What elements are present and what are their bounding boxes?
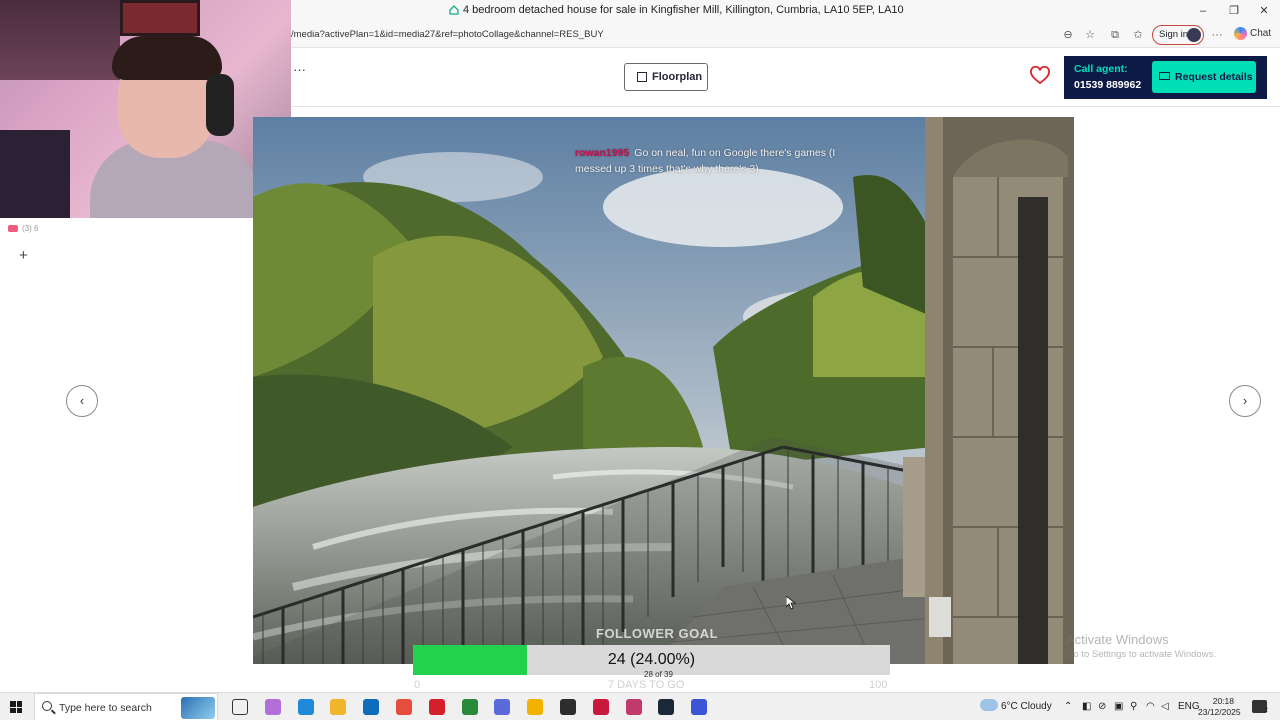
xbox-icon[interactable] <box>461 699 478 715</box>
favorite-star-icon[interactable]: ☆ <box>1083 28 1097 42</box>
follower-goal-days-left: 7 DAYS TO GO <box>608 679 685 691</box>
webcam-shelf <box>0 0 120 80</box>
chrome-icon[interactable] <box>396 699 412 715</box>
agent-phone-number[interactable]: 01539 889962 <box>1074 79 1141 91</box>
request-details-button[interactable]: Request details <box>1152 61 1256 93</box>
tray-network-icon[interactable]: ◧ <box>1082 701 1091 712</box>
copilot-icon[interactable] <box>264 699 281 715</box>
taskbar-search-box[interactable]: Type here to search <box>34 693 218 720</box>
reader-mode-icon[interactable]: ⊖ <box>1061 28 1075 42</box>
more-options-icon[interactable]: ··· <box>293 62 306 77</box>
sign-in-button[interactable]: Sign in <box>1152 25 1204 45</box>
webcam-overlay <box>0 0 291 218</box>
app-icon[interactable] <box>494 699 511 715</box>
follower-goal-subtext: 28 of 39 <box>644 670 673 679</box>
river-photo-illustration <box>253 117 1074 664</box>
security-icon[interactable] <box>527 699 544 715</box>
follower-goal-title: FOLLOWER GOAL <box>596 626 719 641</box>
restore-button[interactable]: ❐ <box>1226 3 1242 19</box>
activate-windows-title: Activate Windows <box>1066 632 1169 647</box>
instagram-icon[interactable] <box>625 699 642 715</box>
mouse-cursor-icon <box>786 596 796 610</box>
app-icon[interactable] <box>691 699 708 715</box>
browser-menu-icon[interactable]: ··· <box>1210 28 1224 42</box>
stream-chat-message: rowan1995 Go on neal, fun on Google there… <box>575 145 855 177</box>
webcam-person-hair <box>112 36 222 80</box>
tray-wifi-icon[interactable]: ◠ <box>1146 701 1155 712</box>
follower-goal-value: 24 (24.00%) <box>607 651 696 668</box>
chat-label: Chat <box>1250 28 1272 40</box>
weather-text[interactable]: 6°C Cloudy <box>1001 701 1052 712</box>
floorplan-label: Floorplan <box>652 71 703 83</box>
taskbar-search-placeholder: Type here to search <box>59 702 152 714</box>
copilot-icon <box>1234 27 1247 40</box>
search-icon <box>42 701 52 711</box>
headset <box>206 74 234 136</box>
call-agent-label: Call agent: <box>1074 63 1128 75</box>
sign-in-label: Sign in <box>1159 29 1189 40</box>
activate-windows-subtitle: Go to Settings to activate Windows. <box>1066 649 1216 660</box>
minimize-button[interactable]: – <box>1195 3 1211 19</box>
floorplan-icon <box>637 72 647 82</box>
language-indicator[interactable]: ENG <box>1178 701 1200 712</box>
tab-count-label: (3) 6 <box>22 224 39 233</box>
floorplan-button[interactable]: Floorplan <box>624 63 708 91</box>
property-photo <box>253 117 1074 664</box>
search-highlight-icon <box>181 697 215 719</box>
heart-icon[interactable] <box>1030 66 1050 86</box>
task-view-icon[interactable] <box>232 699 248 715</box>
header-divider <box>291 106 1280 107</box>
file-explorer-icon[interactable] <box>330 699 347 715</box>
envelope-icon <box>1159 72 1170 80</box>
collections-icon[interactable]: ✩ <box>1131 28 1145 42</box>
chat-username: rowan1995 <box>575 147 630 159</box>
steam-icon[interactable] <box>658 699 675 715</box>
youtube-icon <box>8 225 18 233</box>
follower-goal-max: 100 <box>869 679 888 691</box>
webcam-chair <box>0 130 70 218</box>
windows-taskbar: Type here to search 6°C Cloudy ⌃ ◧ ⊘ ▣ ⚲… <box>0 692 1280 720</box>
copilot-chat-button[interactable]: Chat <box>1234 27 1271 40</box>
url-field[interactable]: /media?activePlan=1&id=media27&ref=photo… <box>291 29 604 40</box>
window-title: 4 bedroom detached house for sale in Kin… <box>463 4 904 16</box>
tiktok-icon[interactable] <box>592 699 609 715</box>
notification-count: 2 <box>1264 707 1268 714</box>
tray-chevron-icon[interactable]: ⌃ <box>1064 701 1072 712</box>
request-details-label: Request details <box>1175 71 1253 83</box>
windows-start-icon[interactable] <box>10 701 22 713</box>
tray-microphone-icon[interactable]: ⚲ <box>1130 701 1137 712</box>
clock-date: 23/12/2025 <box>1198 707 1241 717</box>
tray-volume-icon[interactable]: ◁ <box>1161 701 1169 712</box>
tray-display-icon[interactable]: ▣ <box>1114 701 1123 712</box>
profile-avatar <box>1187 28 1201 42</box>
tray-device-icon[interactable]: ⊘ <box>1098 701 1106 712</box>
previous-photo-button[interactable]: ‹ <box>66 385 98 417</box>
edge-icon[interactable] <box>297 699 314 715</box>
obs-icon[interactable] <box>560 699 576 715</box>
house-icon <box>449 5 459 15</box>
follower-goal-min: 0 <box>414 679 421 691</box>
extensions-icon[interactable]: ⧉ <box>1108 28 1122 42</box>
activate-windows-watermark: Activate Windows Go to Settings to activ… <box>1066 632 1216 660</box>
clock-time: 20:18 <box>1212 696 1234 706</box>
outlook-icon[interactable] <box>363 699 380 715</box>
weather-icon <box>980 699 998 711</box>
webcam-picture-frame <box>120 0 200 36</box>
add-tab-icon[interactable]: + <box>19 247 28 264</box>
tab-indicator[interactable]: (3) 6 <box>8 224 38 233</box>
opera-icon[interactable] <box>428 699 445 715</box>
close-window-button[interactable]: ✕ <box>1256 3 1272 19</box>
taskbar-clock[interactable]: 20:18 23/12/2025 <box>1198 696 1241 718</box>
next-photo-button[interactable]: › <box>1229 385 1261 417</box>
